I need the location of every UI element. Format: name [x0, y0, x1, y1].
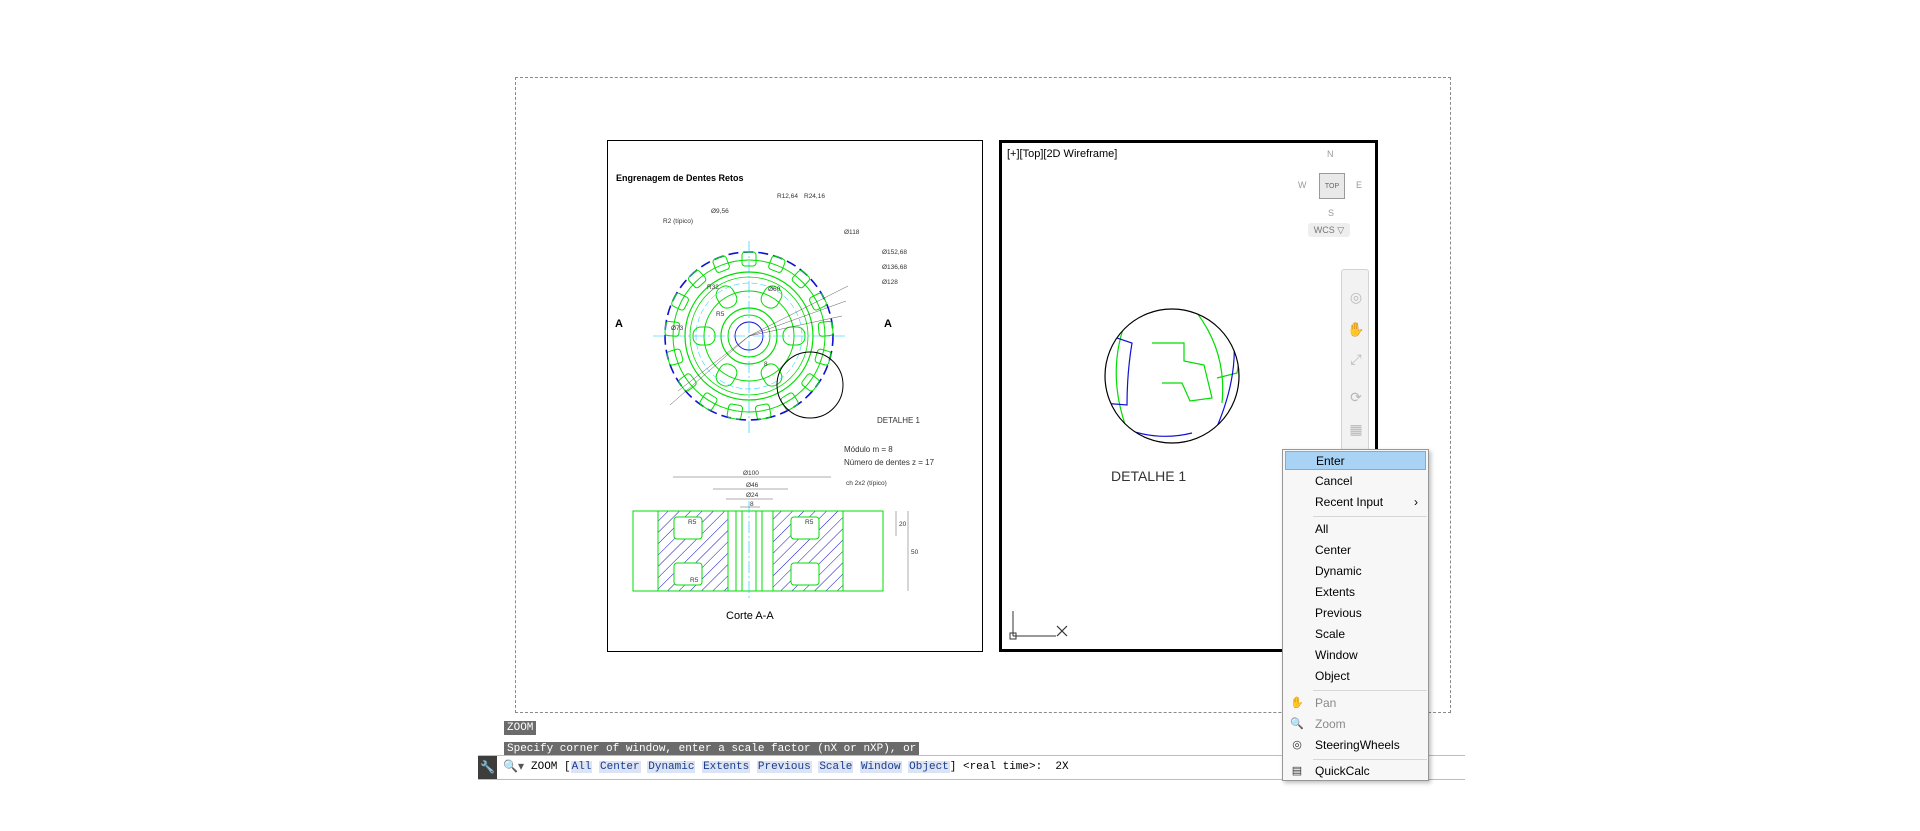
command-zoom-icon[interactable]: 🔍▾ [503, 759, 524, 773]
svg-text:R5: R5 [716, 311, 725, 318]
svg-text:Ø118: Ø118 [844, 229, 860, 236]
cmd-option-scale[interactable]: Scale [818, 761, 854, 773]
gear-tooth [712, 255, 730, 273]
menu-item-window[interactable]: Window [1285, 646, 1426, 665]
viewcube[interactable]: N W E S TOP WCS ▽ [1292, 149, 1372, 239]
customize-wrench-icon[interactable]: 🔧 [478, 756, 497, 779]
svg-text:8: 8 [750, 501, 754, 508]
viewcube-west[interactable]: W [1298, 180, 1307, 190]
menu-separator [1313, 690, 1427, 691]
svg-text:8: 8 [764, 361, 768, 368]
gear-tooth [768, 255, 786, 273]
svg-text:20: 20 [899, 521, 907, 528]
zoom-icon: 🔍 [1290, 718, 1304, 730]
svg-text:R24,16: R24,16 [804, 193, 825, 200]
gear-tooth [780, 392, 799, 411]
menu-item-steeringwheels[interactable]: ◎ SteeringWheels [1285, 736, 1426, 755]
menu-item-previous[interactable]: Previous [1285, 604, 1426, 623]
section-view [632, 476, 909, 601]
section-title: Corte A-A [726, 610, 774, 622]
svg-text:Ø24: Ø24 [746, 492, 759, 499]
steering-wheel-icon[interactable]: ◎ [1347, 288, 1365, 306]
pan-icon: ✋ [1290, 697, 1304, 709]
menu-item-extents[interactable]: Extents [1285, 583, 1426, 602]
menu-item-zoom[interactable]: 🔍 Zoom [1285, 715, 1426, 734]
menu-item-recent-input[interactable]: Recent Input › [1285, 493, 1426, 512]
cmd-option-center[interactable]: Center [599, 761, 641, 773]
menu-separator [1313, 759, 1427, 760]
gear-drawing: Engrenagem de Dentes Retos R12,64 R24,16… [615, 173, 935, 622]
history-line-1: ZOOM [504, 721, 537, 735]
svg-text:Ø60: Ø60 [768, 286, 781, 293]
svg-text:Ø100: Ø100 [743, 470, 759, 477]
section-marker-left: A [615, 318, 623, 330]
cmd-option-all[interactable]: All [570, 761, 593, 773]
viewcube-top-face[interactable]: TOP [1319, 173, 1345, 199]
menu-item-center[interactable]: Center [1285, 541, 1426, 560]
context-menu[interactable]: Enter Cancel Recent Input › All Center Dy… [1282, 449, 1429, 781]
cmd-option-window[interactable]: Window [859, 761, 902, 773]
menu-separator [1313, 516, 1427, 517]
svg-text:R5: R5 [805, 519, 814, 526]
cmd-option-object[interactable]: Object [908, 761, 950, 773]
zoom-extents-icon[interactable]: ⤢ [1347, 350, 1365, 368]
svg-text:Ø9,56: Ø9,56 [711, 208, 729, 215]
menu-item-dynamic[interactable]: Dynamic [1285, 562, 1426, 581]
detail-caption: DETALHE 1 [1111, 468, 1186, 484]
teeth-note: Número de dentes z = 17 [844, 458, 935, 467]
svg-text:R32: R32 [707, 284, 719, 291]
gear-tooth [809, 292, 827, 311]
svg-text:50: 50 [911, 549, 919, 556]
viewcube-south[interactable]: S [1328, 208, 1334, 218]
viewport-controls-label[interactable]: [+][Top][2D Wireframe] [1007, 148, 1117, 160]
history-line-2: Specify corner of window, enter a scale … [504, 742, 920, 756]
svg-text:R2 (típico): R2 (típico) [663, 218, 693, 225]
cmd-option-extents[interactable]: Extents [702, 761, 751, 773]
orbit-icon[interactable]: ⟳ [1347, 388, 1365, 406]
menu-item-scale[interactable]: Scale [1285, 625, 1426, 644]
viewcube-east[interactable]: E [1356, 180, 1362, 190]
navigation-bar[interactable]: ◎ ✋ ⤢ ⟳ ▦ [1341, 269, 1369, 459]
svg-text:Ø73: Ø73 [671, 325, 684, 332]
calculator-icon: ▤ [1291, 765, 1303, 777]
ucs-menu[interactable]: WCS ▽ [1308, 223, 1350, 237]
svg-text:R5: R5 [690, 577, 699, 584]
svg-text:Ø128: Ø128 [882, 279, 898, 286]
gear-tooth [791, 269, 811, 289]
svg-text:R5: R5 [688, 519, 697, 526]
cmd-option-previous[interactable]: Previous [756, 761, 812, 773]
svg-text:Ø46: Ø46 [746, 482, 759, 489]
menu-item-pan[interactable]: ✋ Pan [1285, 694, 1426, 713]
showmotion-icon[interactable]: ▦ [1347, 420, 1365, 438]
svg-text:Ø152,68: Ø152,68 [882, 249, 907, 256]
command-history: ZOOM Specify corner of window, enter a s… [504, 717, 920, 756]
sheet-title: Engrenagem de Dentes Retos [616, 173, 744, 183]
section-marker-right: A [884, 318, 892, 330]
ucs-icon [1009, 611, 1068, 640]
svg-text:ch 2x2 (típico): ch 2x2 (típico) [846, 480, 887, 487]
submenu-arrow-icon: › [1414, 495, 1418, 509]
gear-tooth [699, 392, 718, 411]
menu-item-cancel[interactable]: Cancel [1285, 472, 1426, 491]
pan-icon[interactable]: ✋ [1347, 320, 1365, 338]
steering-wheel-icon: ◎ [1292, 739, 1302, 751]
drawing-sheet[interactable]: Engrenagem de Dentes Retos R12,64 R24,16… [607, 140, 983, 652]
gear-tooth [671, 292, 689, 311]
menu-item-enter[interactable]: Enter [1285, 451, 1426, 470]
svg-text:Ø136,68: Ø136,68 [882, 264, 907, 271]
menu-item-all[interactable]: All [1285, 520, 1426, 539]
cmd-option-dynamic[interactable]: Dynamic [647, 761, 696, 773]
gear-tooth [817, 321, 834, 337]
detail-label: DETALHE 1 [877, 416, 921, 425]
gear-tooth [687, 269, 707, 289]
menu-item-object[interactable]: Object [1285, 667, 1426, 686]
svg-text:R12,64: R12,64 [777, 193, 798, 200]
gear-front-view [653, 241, 849, 433]
module-note: Módulo m = 8 [844, 445, 893, 454]
menu-item-quickcalc[interactable]: ▤ QuickCalc [1285, 762, 1426, 781]
command-prompt[interactable]: ZOOM [All Center Dynamic Extents Previou… [531, 761, 1069, 773]
viewcube-north[interactable]: N [1327, 149, 1334, 159]
